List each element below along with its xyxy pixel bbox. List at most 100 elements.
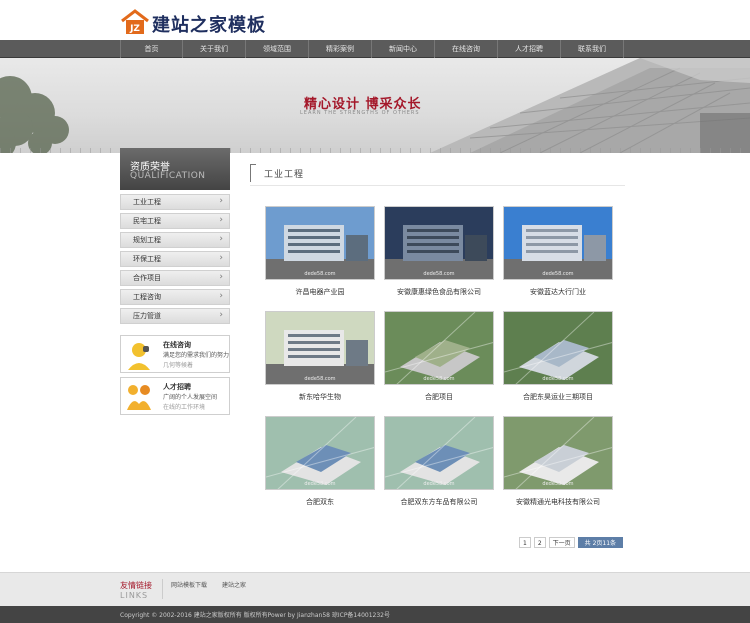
factory-building-photo[interactable]: dede58.com [384,206,494,280]
handshake-icon [127,385,151,410]
project-card[interactable]: dede58.com 合肥项目 [384,311,494,402]
sidebar-item-label: 规划工程 [133,236,161,244]
sidebar-item-label: 工程咨询 [133,293,161,301]
aerial-site-photo[interactable]: dede58.com [503,416,613,490]
sidebar-item-0[interactable]: 工业工程 › [120,194,230,210]
main-nav: 首页 关于我们 领域范围 精彩案例 新闻中心 在线咨询 人才招聘 联系我们 [0,40,750,58]
pagination: 1 2 下一页共 2页11条 [519,537,624,548]
chevron-right-icon: › [219,291,223,301]
jobs-line1: 广阔的个人发展空间 [163,394,218,401]
sidebar-item-6[interactable]: 压力管道 › [120,308,230,324]
project-caption[interactable]: 合肥项目 [384,392,494,402]
logo-mark-text: JZ [129,24,140,34]
project-card[interactable]: dede58.com 新东哈华生物 [265,311,375,402]
project-card[interactable]: dede58.com 安徽精通光电科技有限公司 [503,416,613,507]
nav-item-7[interactable]: 联系我们 [561,40,624,58]
consult-line1: 满足您的需求我们的努力 [163,352,230,359]
section-bracket [250,164,256,182]
chevron-right-icon: › [219,272,223,282]
aerial-site-photo[interactable]: dede58.com [503,311,613,385]
next-page-button[interactable]: 下一页 [548,537,575,548]
project-caption[interactable]: 安徽蓝达大行门业 [503,287,613,297]
project-card[interactable]: dede58.com 合肥双东 [265,416,375,507]
nav-item-2[interactable]: 领域范围 [246,40,309,58]
consult-title: 在线咨询 [163,341,191,349]
project-card[interactable]: dede58.com 安徽蓝达大行门业 [503,206,613,297]
sidebar-item-label: 民宅工程 [133,217,161,225]
project-caption[interactable]: 安徽精通光电科技有限公司 [503,497,613,507]
office-building-photo[interactable]: dede58.com [503,206,613,280]
chevron-right-icon: › [219,310,223,320]
site-header: JZ 建站之家模板 [0,0,750,40]
sidebar-menu: 工业工程 › 民宅工程 › 规划工程 › 环保工程 › 合作项目 › 工程咨询 › 压力管道 › [120,194,230,327]
chevron-right-icon: › [219,196,223,206]
nav-item-4[interactable]: 新闻中心 [372,40,435,58]
image-watermark: dede58.com [304,481,336,487]
chevron-right-icon: › [219,253,223,263]
sidebar-item-4[interactable]: 合作项目 › [120,270,230,286]
building-photo[interactable]: dede58.com [265,311,375,385]
sidebar-item-3[interactable]: 环保工程 › [120,251,230,267]
sidebar-item-2[interactable]: 规划工程 › [120,232,230,248]
image-watermark: dede58.com [304,376,336,382]
jobs-box[interactable]: 人才招聘 广阔的个人发展空间 在线的工作环境 [120,377,230,415]
project-caption[interactable]: 合肥双东 [265,497,375,507]
copyright-bar: Copyright © 2002-2016 建站之家版权所有 版权所有Power… [0,606,750,623]
nav-item-1[interactable]: 关于我们 [183,40,246,58]
page-total: 共 2页11条 [577,537,624,548]
links-divider [162,579,163,599]
project-caption[interactable]: 安徽康惠绿色食品有限公司 [384,287,494,297]
jobs-title: 人才招聘 [163,383,191,391]
image-watermark: dede58.com [423,481,455,487]
link-template-download[interactable]: 网站模板下载 [171,580,207,589]
nav-item-6[interactable]: 人才招聘 [498,40,561,58]
nav-item-3[interactable]: 精彩案例 [309,40,372,58]
project-caption[interactable]: 合肥双东方车品有限公司 [384,497,494,507]
image-watermark: dede58.com [423,271,455,277]
project-card[interactable]: dede58.com 许昌电器产业园 [265,206,375,297]
friend-links: 友情链接 LINKS 网站模板下载 建站之家 [0,572,750,606]
copyright-text: Copyright © 2002-2016 建站之家版权所有 版权所有Power… [120,612,390,619]
link-jianzhan[interactable]: 建站之家 [222,580,246,589]
sidebar-header: 资质荣誉 QUALIFICATION [120,148,230,190]
consult-line2: 几何等候着 [163,362,194,369]
project-caption[interactable]: 新东哈华生物 [265,392,375,402]
nav-item-5[interactable]: 在线咨询 [435,40,498,58]
project-caption[interactable]: 许昌电器产业园 [265,287,375,297]
project-caption[interactable]: 合肥东昊运业三期项目 [503,392,613,402]
links-title-en: LINKS [120,591,149,600]
banner-ruler [0,148,750,153]
image-watermark: dede58.com [304,271,336,277]
image-watermark: dede58.com [542,271,574,277]
aerial-site-photo[interactable]: dede58.com [384,311,494,385]
image-watermark: dede58.com [542,376,574,382]
sidebar-title-en: QUALIFICATION [130,171,206,181]
consult-person-icon [128,343,150,370]
aerial-factory-photo[interactable]: dede58.com [265,416,375,490]
sidebar-item-label: 环保工程 [133,255,161,263]
project-card[interactable]: dede58.com 合肥双东方车品有限公司 [384,416,494,507]
site-logo[interactable]: JZ 建站之家模板 [120,7,270,37]
project-card[interactable]: dede58.com 安徽康惠绿色食品有限公司 [384,206,494,297]
jobs-line2: 在线的工作环境 [163,404,206,411]
nav-item-0[interactable]: 首页 [120,40,183,58]
project-card[interactable]: dede58.com 合肥东昊运业三期项目 [503,311,613,402]
sidebar-item-5[interactable]: 工程咨询 › [120,289,230,305]
section-title: 工业工程 [264,170,305,180]
page-link-1[interactable]: 1 [519,537,531,548]
logo-house-icon: JZ [121,9,149,34]
sidebar-item-label: 合作项目 [133,274,161,282]
sidebar-item-1[interactable]: 民宅工程 › [120,213,230,229]
industrial-park-photo[interactable]: dede58.com [265,206,375,280]
sidebar-item-label: 工业工程 [133,198,161,206]
links-title: 友情链接 [120,581,152,590]
chevron-right-icon: › [219,215,223,225]
page-link-2[interactable]: 2 [533,537,546,548]
logo-text: 建站之家模板 [152,15,266,36]
online-consult-box[interactable]: 在线咨询 满足您的需求我们的努力 几何等候着 [120,335,230,373]
banner: 精心设计 博采众长 LEARN THE STRENGTHS OF OTHERS [0,58,750,153]
aerial-factory-photo[interactable]: dede58.com [384,416,494,490]
chevron-right-icon: › [219,234,223,244]
section-header: 工业工程 [250,164,625,186]
banner-subtitle: LEARN THE STRENGTHS OF OTHERS [300,110,420,116]
